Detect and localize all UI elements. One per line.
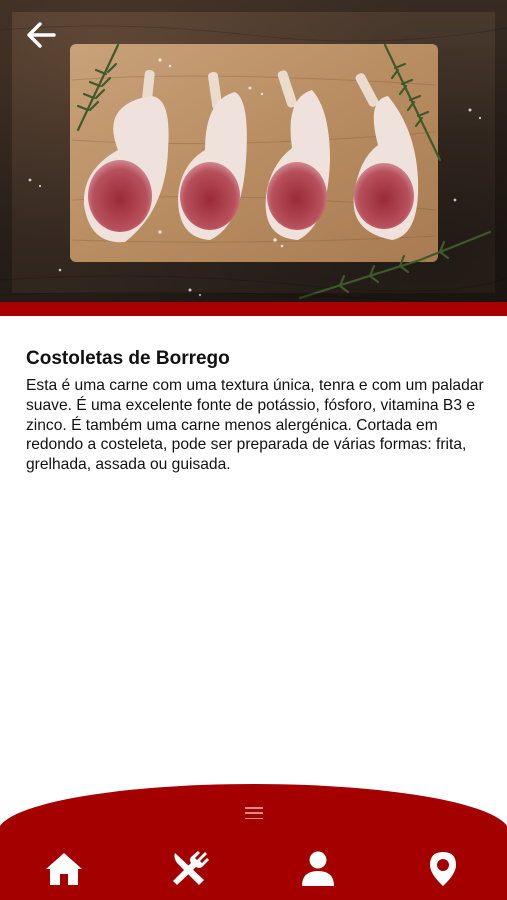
user-icon	[302, 851, 334, 886]
lamb-chops-illustration	[0, 0, 507, 305]
arrow-left-icon	[27, 22, 56, 48]
home-icon	[46, 853, 82, 885]
nav-menu-button[interactable]	[168, 849, 212, 889]
map-pin-icon	[430, 852, 456, 886]
product-title: Costoletas de Borrego	[26, 348, 230, 369]
nav-profile-button[interactable]	[296, 849, 340, 889]
nav-home-button[interactable]	[42, 849, 86, 889]
hero-image	[0, 0, 507, 305]
drag-handle-icon[interactable]	[245, 807, 263, 819]
fork-knife-icon	[173, 851, 209, 885]
nav-location-button[interactable]	[421, 849, 465, 889]
product-description: Esta é uma carne com uma textura única, …	[26, 377, 484, 474]
back-button[interactable]	[26, 22, 66, 58]
hero-divider-strip	[0, 302, 507, 316]
product-detail-screen: Costoletas de Borrego Esta é uma carne c…	[0, 0, 507, 900]
product-details: Costoletas de Borrego Esta é uma carne c…	[26, 348, 486, 475]
